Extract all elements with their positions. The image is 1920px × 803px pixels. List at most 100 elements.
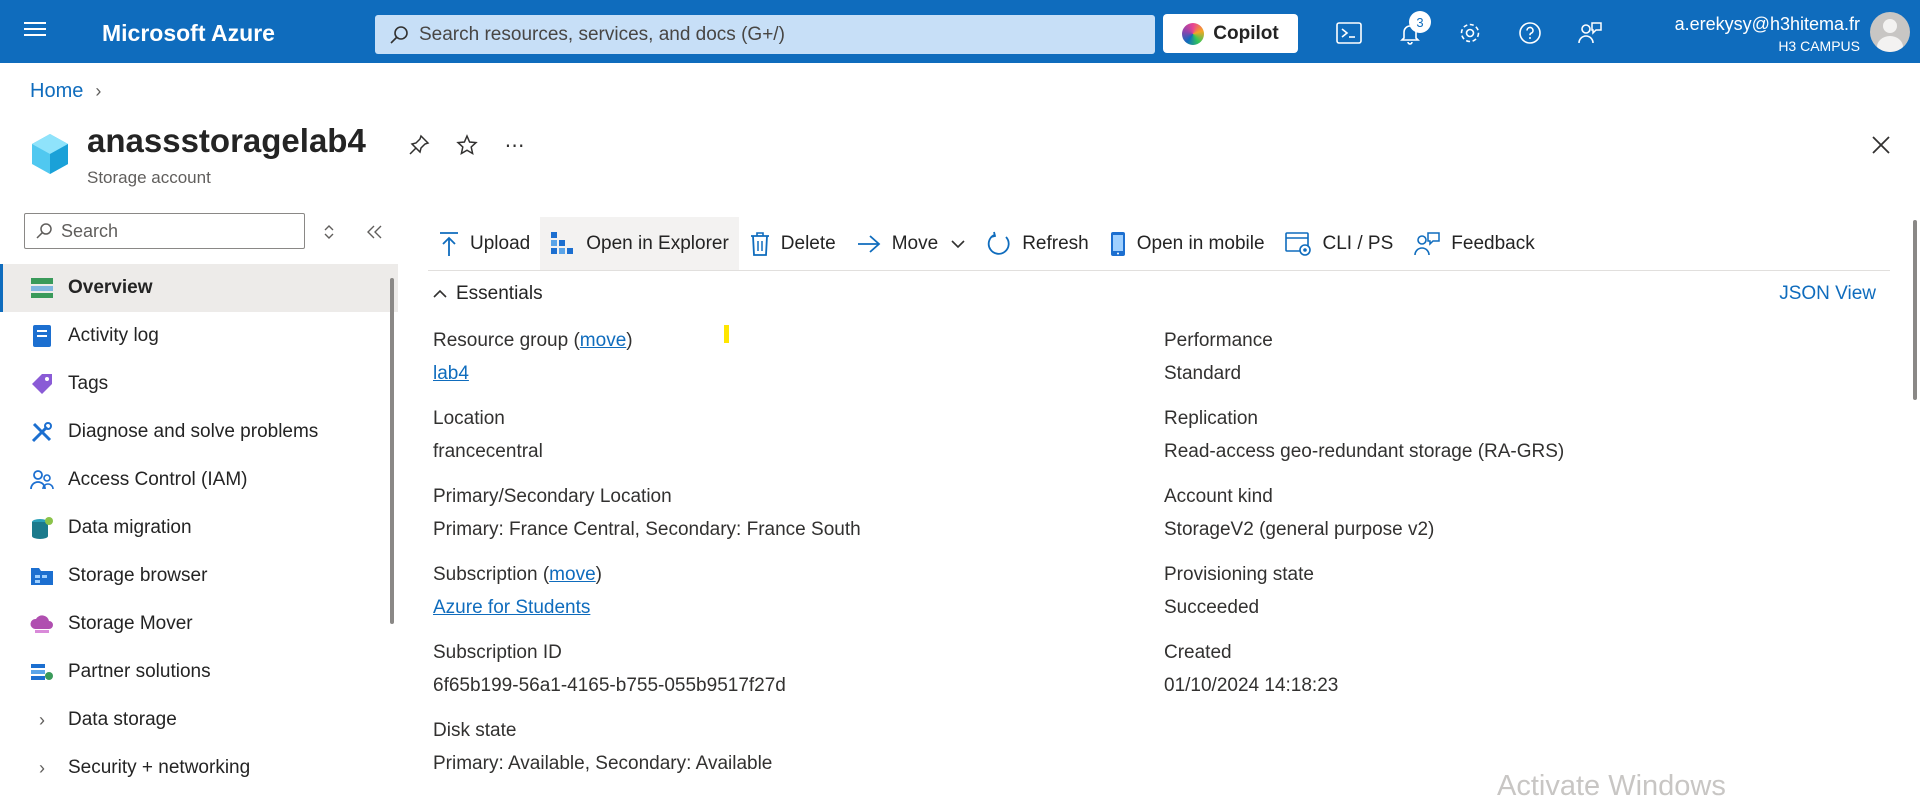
feedback-button-top[interactable] [1573,16,1607,50]
feedback-icon [1414,232,1441,256]
nav-search[interactable] [24,213,305,249]
open-in-explorer-button[interactable]: Open in Explorer [540,217,739,271]
activity-log-icon [30,324,54,348]
storage-explorer-icon [551,232,574,254]
page-subtitle: Storage account [87,168,211,187]
account-info[interactable]: a.erekysy@h3hitema.fr H3 CAMPUS [1675,14,1860,54]
close-button[interactable] [1864,128,1898,162]
essentials-toggle[interactable]: Essentials [432,283,543,305]
global-search-input[interactable] [419,23,1139,46]
nav-group-security-networking[interactable]: › Security + networking [0,744,398,792]
wrench-icon [30,420,54,444]
nav-item-label: Activity log [68,325,159,346]
provisioning-label: Provisioning state [1164,564,1314,585]
move-button[interactable]: Move [846,217,976,271]
help-icon [1519,22,1541,44]
nav-group-data-storage[interactable]: › Data storage [0,696,398,744]
disk-state-field: Disk state Primary: Available, Secondary… [433,720,861,798]
resource-group-value-link[interactable]: lab4 [433,363,469,384]
nav-item-label: Partner solutions [68,661,211,682]
pin-button[interactable] [404,130,434,160]
top-bar: Microsoft Azure Copilot 3 a.erekysy@h3hi… [0,0,1920,63]
nav-item-overview[interactable]: Overview [0,264,398,312]
breadcrumb-home[interactable]: Home [30,80,83,103]
settings-button[interactable] [1453,16,1487,50]
partner-icon [30,660,54,684]
notifications-button[interactable]: 3 [1393,11,1431,50]
help-button[interactable] [1513,16,1547,50]
refresh-button[interactable]: Refresh [976,217,1099,271]
nav-search-input[interactable] [61,220,291,242]
performance-field: Performance Standard [1164,330,1564,408]
more-actions-button[interactable]: ⋯ [500,130,530,160]
tag-icon [30,372,54,396]
subscription-id-value: 6f65b199-56a1-4165-b755-055b9517f27d [433,675,786,696]
ellipsis-icon: ⋯ [504,134,526,157]
upload-button[interactable]: Upload [428,217,540,271]
people-icon [30,468,54,492]
star-icon [456,134,478,156]
avatar[interactable] [1870,12,1910,52]
upload-label: Upload [470,233,531,254]
collapse-nav-button[interactable] [361,219,387,245]
command-bar: Upload Open in Explorer Delete Move Refr… [428,217,1545,271]
nav-item-storage-browser[interactable]: Storage browser [0,552,398,600]
feedback-icon [1578,22,1602,44]
subscription-value-link[interactable]: Azure for Students [433,597,590,618]
search-icon [390,25,408,44]
subscription-label-text: Subscription ( [433,564,550,585]
location-field: Location francecentral [433,408,861,486]
favorite-button[interactable] [452,130,482,160]
nav-item-activity-log[interactable]: Activity log [0,312,398,360]
subscription-label: Subscription (move) [433,564,861,586]
nav-item-diagnose[interactable]: Diagnose and solve problems [0,408,398,456]
nav-item-storage-mover[interactable]: Storage Mover [0,600,398,648]
cli-ps-button[interactable]: CLI / PS [1275,217,1404,271]
subscription-move-link[interactable]: move [549,564,595,585]
cloud-shell-icon [1336,22,1362,44]
storage-browser-icon [30,564,54,588]
open-in-mobile-button[interactable]: Open in mobile [1099,217,1275,271]
chevron-down-icon [951,240,965,249]
account-kind-label: Account kind [1164,486,1273,507]
brand-name[interactable]: Microsoft Azure [102,20,275,47]
data-migration-icon [30,516,54,540]
nav-item-partner-solutions[interactable]: Partner solutions [0,648,398,696]
chevron-right-icon: › [39,709,45,730]
move-label: Move [891,233,939,254]
copilot-label: Copilot [1213,22,1279,44]
nav-scrollbar[interactable] [390,278,394,624]
json-view-link[interactable]: JSON View [1779,283,1876,305]
resource-group-move-link[interactable]: move [580,330,626,351]
chevron-right-icon: › [95,81,102,101]
resource-group-label-text: Resource group ( [433,330,580,351]
disk-state-label: Disk state [433,720,517,741]
nav-item-data-migration[interactable]: Data migration [0,504,398,552]
global-search[interactable] [375,15,1155,54]
cloud-shell-button[interactable] [1332,16,1366,50]
arrow-right-icon [857,235,881,253]
replication-value: Read-access geo-redundant storage (RA-GR… [1164,441,1565,462]
account-org: H3 CAMPUS [1778,38,1860,54]
delete-button[interactable]: Delete [739,217,846,271]
main-scrollbar[interactable] [1913,220,1917,400]
feedback-button[interactable]: Feedback [1403,217,1544,271]
created-value: 01/10/2024 14:18:23 [1164,675,1339,696]
nav-item-tags[interactable]: Tags [0,360,398,408]
cli-ps-label: CLI / PS [1322,233,1394,254]
nav-item-iam[interactable]: Access Control (IAM) [0,456,398,504]
essentials-right-column: Performance Standard Replication Read-ac… [1164,330,1564,720]
subscription-field: Subscription (move) Azure for Students [433,564,861,642]
chevron-up-icon [433,289,447,298]
disk-state-value: Primary: Available, Secondary: Available [433,753,773,774]
close-icon [1872,136,1890,154]
location-value: francecentral [433,441,543,462]
breadcrumb: Home › [30,80,101,103]
sort-button[interactable] [316,219,342,245]
essentials-left-column: Resource group (move) lab4 Location fran… [433,330,861,798]
search-icon [36,223,52,239]
nav-list: Overview Activity log Tags Diagnose and … [0,264,398,792]
menu-icon[interactable] [20,18,50,46]
copilot-button[interactable]: Copilot [1163,14,1298,53]
double-chevron-left-icon [367,225,382,239]
